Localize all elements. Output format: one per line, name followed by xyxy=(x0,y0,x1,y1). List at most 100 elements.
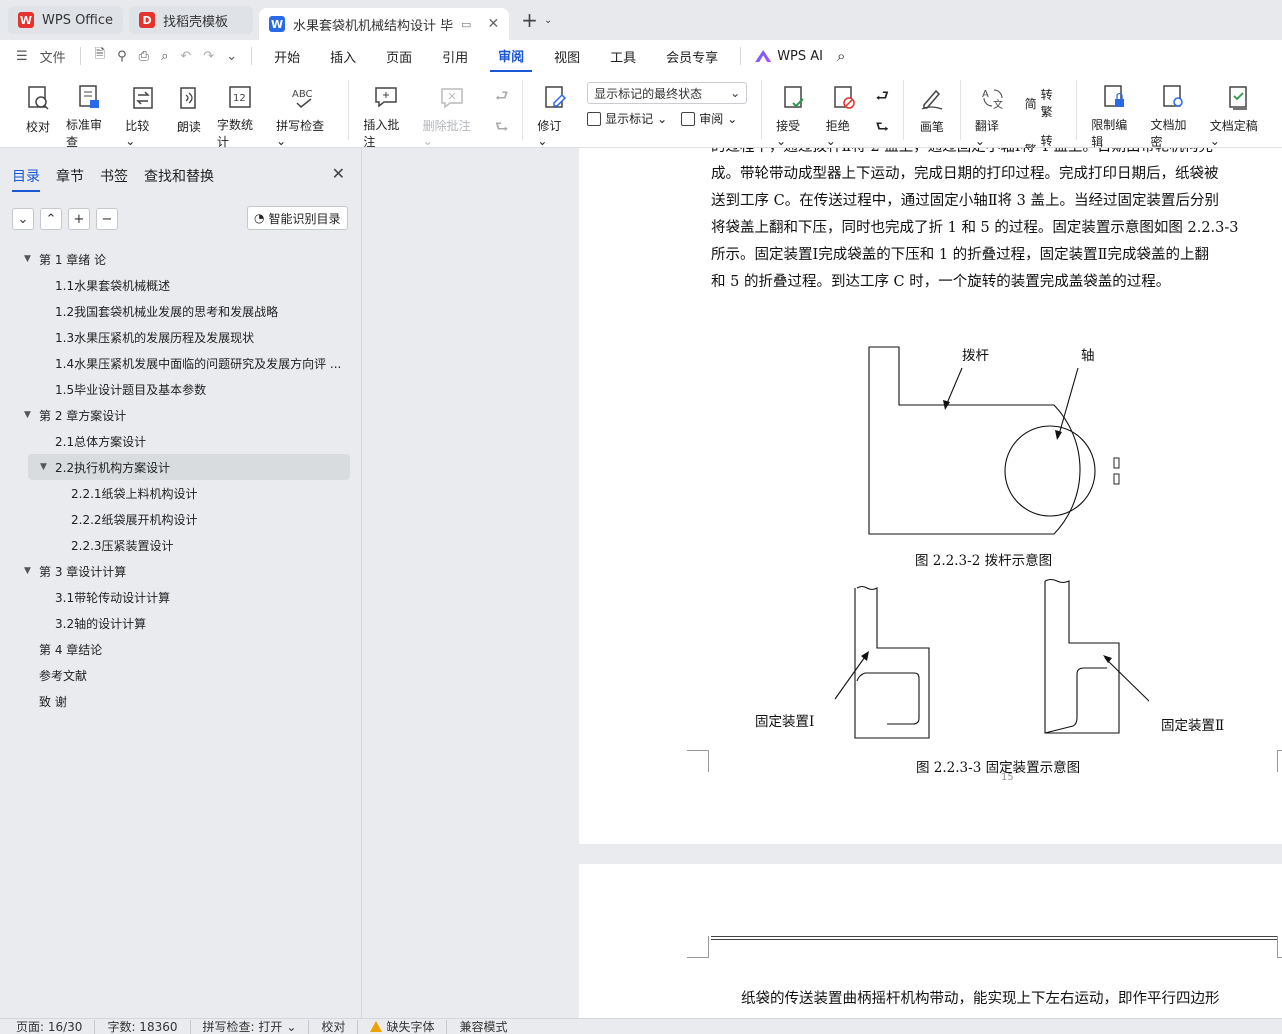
print-icon[interactable]: ⎙ xyxy=(139,49,149,64)
close-icon[interactable]: ✕ xyxy=(332,164,345,183)
word-count-button[interactable]: 12 字数统计 xyxy=(217,72,262,149)
save-icon[interactable]: 🗎 xyxy=(95,45,105,67)
restrict-editing-button[interactable]: 限制编辑 xyxy=(1091,72,1136,149)
toc-item[interactable]: 致 谢 xyxy=(0,688,362,714)
accept-button[interactable]: 接受 ⌄ xyxy=(776,72,812,148)
tab-wps-office[interactable]: W WPS Office xyxy=(8,6,124,34)
expand-icon[interactable]: ⌄ xyxy=(12,208,34,230)
toc-item[interactable]: 2.1总体方案设计 xyxy=(0,428,362,454)
toc-item[interactable]: 2.2.3压紧装置设计 xyxy=(0,532,362,558)
document-canvas[interactable]: 的过程中，通过拨杆Ⅱ将 2 盖上，通过固定小轴Ⅰ将 4 盖上。日期由带轮机构完 … xyxy=(363,148,1282,1018)
previous-comment-icon[interactable]: ⮐ xyxy=(495,86,509,111)
menu-view[interactable]: 视图 xyxy=(546,40,588,72)
toc-item[interactable]: 1.2我国套袋机械业发展的思考和发展战略 xyxy=(0,298,362,324)
next-change-icon[interactable]: ⮑ xyxy=(875,117,889,142)
menu-member[interactable]: 会员专享 xyxy=(658,40,726,72)
menu-references[interactable]: 引用 xyxy=(434,40,476,72)
toc-item[interactable]: 参考文献 xyxy=(0,662,362,688)
proof-status[interactable]: 校对 xyxy=(309,1019,359,1034)
menu-page[interactable]: 页面 xyxy=(378,40,420,72)
finalize-button[interactable]: 文档定稿 ⌄ xyxy=(1210,72,1268,148)
document-page[interactable]: 的过程中，通过拨杆Ⅱ将 2 盖上，通过固定小轴Ⅰ将 4 盖上。日期由带轮机构完 … xyxy=(579,148,1282,844)
track-changes-button[interactable]: 修订 ⌄ xyxy=(537,72,573,148)
smart-toc-button[interactable]: ◔ 智能识别目录 xyxy=(247,206,348,230)
change-nav: ⮐ ⮑ xyxy=(875,72,889,142)
insert-comment-button[interactable]: 插入批注 xyxy=(363,72,408,149)
toc-item[interactable]: ▼ 第 2 章方案设计 xyxy=(0,402,362,428)
encrypt-button[interactable]: 文档加密 xyxy=(1150,72,1195,149)
toc-item[interactable]: ▼ 第 3 章设计计算 xyxy=(0,558,362,584)
toc-item[interactable]: 2.2.2纸袋展开机构设计 xyxy=(0,506,362,532)
reject-icon xyxy=(830,84,858,111)
divider xyxy=(740,47,742,65)
chevron-down-icon[interactable]: ⌄ xyxy=(226,49,237,64)
toc-item[interactable]: 1.5毕业设计题目及基本参数 xyxy=(0,376,362,402)
caret-down-icon[interactable]: ▼ xyxy=(24,410,34,420)
to-traditional-button[interactable]: 简转繁 xyxy=(1025,86,1063,120)
print-preview-icon[interactable]: ⌕ xyxy=(161,49,168,64)
add-icon[interactable]: + xyxy=(68,208,90,230)
document-page[interactable]: 纸袋的传送装置曲柄摇杆机构带动，能实现上下左右运动，即作平行四边形 xyxy=(579,864,1282,1018)
chevron-down-icon[interactable]: ⌄ xyxy=(544,15,552,26)
wps-logo-icon: W xyxy=(18,12,34,28)
toc-item[interactable]: ▼ 第 1 章绪 论 xyxy=(0,246,362,272)
search-icon[interactable]: ⌕ xyxy=(837,47,845,65)
pen-button[interactable]: 画笔 xyxy=(918,72,946,148)
caret-down-icon[interactable]: ▼ xyxy=(24,566,34,576)
writer-logo-icon: W xyxy=(269,16,286,32)
tab-document[interactable]: W 水果套袋机机械结构设计 毕业 ▭ ✕ xyxy=(259,8,510,40)
toc-item[interactable]: 3.2轴的设计计算 xyxy=(0,610,362,636)
show-markup-button[interactable]: 显示标记 ⌄ xyxy=(587,110,667,127)
body-paragraph[interactable]: 纸袋的传送装置曲柄摇杆机构带动，能实现上下左右运动，即作平行四边形 xyxy=(741,986,1281,1013)
caret-down-icon[interactable]: ▼ xyxy=(24,254,34,264)
divider xyxy=(251,47,253,65)
toc-item[interactable]: 第 4 章结论 xyxy=(0,636,362,662)
next-comment-icon[interactable]: ⮑ xyxy=(495,117,509,142)
spell-check-status[interactable]: 拼写检查: 打开 ⌄ xyxy=(191,1019,310,1034)
remove-icon[interactable]: − xyxy=(96,208,118,230)
caret-down-icon[interactable]: ▼ xyxy=(40,462,50,472)
format-painter-icon[interactable]: ⚲ xyxy=(117,49,127,64)
close-icon[interactable]: ✕ xyxy=(487,16,499,32)
missing-font-status[interactable]: 缺失字体 xyxy=(358,1019,448,1034)
tab-template[interactable]: D 找稻壳模板 xyxy=(129,6,254,34)
translate-button[interactable]: A文 翻译 ⌄ xyxy=(975,72,1011,149)
toc-item[interactable]: 2.2.1纸袋上料机构设计 xyxy=(0,480,362,506)
menu-insert[interactable]: 插入 xyxy=(322,40,364,72)
proof-button[interactable]: 校对 xyxy=(24,72,52,148)
hamburger-icon[interactable]: ☰ xyxy=(16,49,28,64)
menu-review[interactable]: 审阅 xyxy=(490,40,533,72)
standard-review-button[interactable]: 标准审查 xyxy=(66,72,111,149)
compare-button[interactable]: 比较 ⌄ xyxy=(125,72,161,148)
monitor-icon[interactable]: ▭ xyxy=(461,18,471,31)
spell-check-button[interactable]: ABC 拼写检查 ⌄ xyxy=(276,72,334,149)
new-tab-icon[interactable]: + xyxy=(521,8,538,32)
toc-item[interactable]: 3.1带轮传动设计计算 xyxy=(0,584,362,610)
wps-ai-button[interactable]: WPS AI xyxy=(755,49,823,64)
paragraph-line: 送到工序 C。在传送过程中，通过固定小轴Ⅱ将 3 盖上。当经过固定装置后分别 xyxy=(711,193,1219,209)
delete-comment-button[interactable]: 删除批注 ⌄ xyxy=(423,72,481,148)
read-aloud-button[interactable]: 朗读 xyxy=(175,72,203,148)
reject-button[interactable]: 拒绝 ⌄ xyxy=(826,72,862,148)
toc-item[interactable]: 1.3水果压紧机的发展历程及发展现状 xyxy=(0,324,362,350)
tab-chapters[interactable]: 章节 xyxy=(56,166,84,192)
word-count-status[interactable]: 字数: 18360 xyxy=(95,1019,191,1034)
tab-find-replace[interactable]: 查找和替换 xyxy=(144,166,214,192)
collapse-icon[interactable]: ⌃ xyxy=(40,208,62,230)
body-paragraph[interactable]: 的过程中，通过拨杆Ⅱ将 2 盖上，通过固定小轴Ⅰ将 4 盖上。日期由带轮机构完 … xyxy=(711,148,1273,296)
undo-icon[interactable]: ↶ xyxy=(180,49,191,64)
toc-item[interactable]: 1.4水果压紧机发展中面临的问题研究及发展方向评 ... xyxy=(0,350,362,376)
tab-toc[interactable]: 目录 xyxy=(12,166,40,192)
tab-bookmarks[interactable]: 书签 xyxy=(100,166,128,192)
file-menu[interactable]: 文件 xyxy=(40,47,66,66)
menu-home[interactable]: 开始 xyxy=(266,40,308,72)
divider xyxy=(761,80,763,140)
toc-item-selected[interactable]: ▼ 2.2执行机构方案设计 xyxy=(28,454,350,480)
previous-change-icon[interactable]: ⮐ xyxy=(875,86,889,111)
toc-item[interactable]: 1.1水果套袋机械概述 xyxy=(0,272,362,298)
review-pane-button[interactable]: 审阅 ⌄ xyxy=(681,110,737,127)
menu-tools[interactable]: 工具 xyxy=(602,40,644,72)
redo-icon[interactable]: ↷ xyxy=(203,49,214,64)
page-indicator[interactable]: 页面: 16/30 xyxy=(16,1019,96,1034)
markup-state-select[interactable]: 显示标记的最终状态 ⌄ xyxy=(587,82,748,104)
